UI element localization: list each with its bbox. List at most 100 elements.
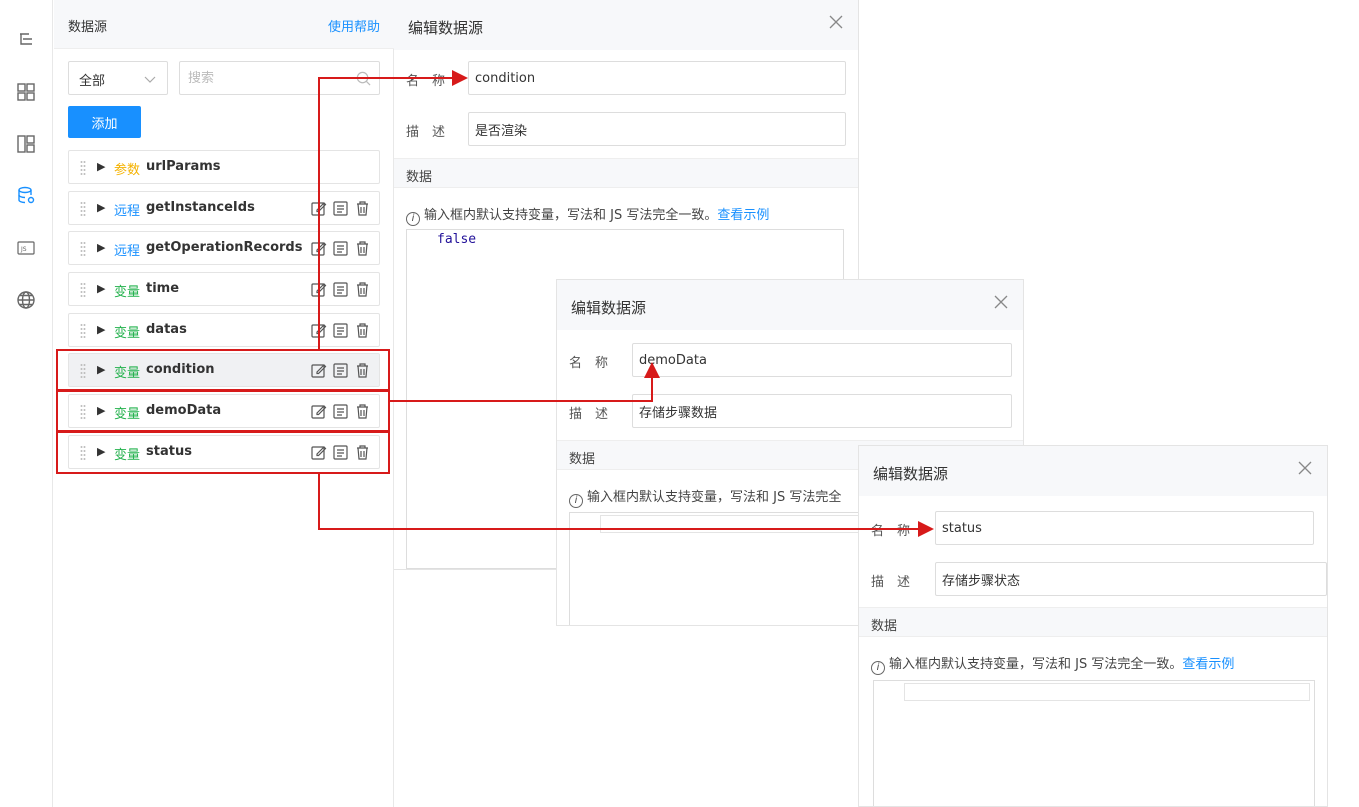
data-section-label: 数据 (569, 452, 596, 467)
add-datasource-button[interactable]: 添加 (68, 106, 141, 138)
help-link[interactable]: 使用帮助 (328, 16, 380, 35)
layout-panel-icon[interactable] (15, 133, 37, 155)
item-actions (310, 322, 371, 339)
edit-icon[interactable] (310, 403, 327, 420)
datasource-icon[interactable] (15, 185, 37, 207)
datasource-item-urlParams[interactable]: ▶ 参数 urlParams (68, 150, 380, 184)
item-actions (310, 200, 371, 217)
datasource-item-status[interactable]: ▶ 变量 status (68, 435, 380, 469)
item-actions (310, 281, 371, 298)
datasource-type-tag: 远程 (114, 204, 141, 219)
drag-handle-icon[interactable] (80, 404, 86, 420)
description-input[interactable] (468, 112, 846, 146)
editor-line (904, 683, 1310, 701)
datasource-panel: 数据源 使用帮助 全部 添加 ▶ 参数 urlParams ▶ 远程 getInstanc… (54, 0, 394, 807)
datasource-name: time (146, 281, 180, 296)
copy-icon[interactable] (332, 240, 349, 257)
outline-tree-icon[interactable] (15, 29, 37, 51)
description-input[interactable] (935, 562, 1327, 596)
view-example-link[interactable]: 查看示例 (717, 208, 769, 223)
edit-icon[interactable] (310, 200, 327, 217)
drag-handle-icon[interactable] (80, 160, 86, 176)
delete-icon[interactable] (354, 362, 371, 379)
expand-caret-icon[interactable]: ▶ (97, 282, 105, 295)
delete-icon[interactable] (354, 200, 371, 217)
name-input[interactable] (632, 343, 1012, 377)
datasource-type-tag: 变量 (114, 407, 141, 422)
view-example-link[interactable]: 查看示例 (1182, 657, 1234, 672)
datasource-type-tag: 变量 (114, 326, 141, 341)
left-rail: JS (0, 0, 53, 807)
datasource-item-demoData[interactable]: ▶ 变量 demoData (68, 394, 380, 428)
close-icon[interactable] (993, 294, 1009, 310)
expand-caret-icon[interactable]: ▶ (97, 445, 105, 458)
drag-handle-icon[interactable] (80, 201, 86, 217)
datasource-item-time[interactable]: ▶ 变量 time (68, 272, 380, 306)
edit-icon[interactable] (310, 281, 327, 298)
datasource-item-getOperationRecords[interactable]: ▶ 远程 getOperationRecords (68, 231, 380, 265)
search-icon[interactable] (356, 71, 371, 86)
datasource-name: getOperationRecords (146, 240, 303, 255)
edit-icon[interactable] (310, 444, 327, 461)
expand-caret-icon[interactable]: ▶ (97, 160, 105, 173)
expand-caret-icon[interactable]: ▶ (97, 323, 105, 336)
drag-handle-icon[interactable] (80, 323, 86, 339)
datasource-item-getInstanceIds[interactable]: ▶ 远程 getInstanceIds (68, 191, 380, 225)
globe-icon[interactable] (15, 289, 37, 311)
delete-icon[interactable] (354, 403, 371, 420)
expand-caret-icon[interactable]: ▶ (97, 404, 105, 417)
components-grid-icon[interactable] (15, 81, 37, 103)
copy-icon[interactable] (332, 322, 349, 339)
search-box (179, 61, 380, 95)
copy-icon[interactable] (332, 362, 349, 379)
name-label: 名 称 (871, 524, 911, 539)
edit-icon[interactable] (310, 322, 327, 339)
name-input[interactable] (468, 61, 846, 95)
info-icon: i (569, 494, 583, 508)
dialog-title: 编辑数据源 (408, 19, 484, 37)
data-section-label: 数据 (406, 170, 433, 185)
drag-handle-icon[interactable] (80, 282, 86, 298)
datasource-name: datas (146, 322, 187, 337)
description-input[interactable] (632, 394, 1012, 428)
expand-caret-icon[interactable]: ▶ (97, 363, 105, 376)
info-icon: i (406, 212, 420, 226)
edit-icon[interactable] (310, 362, 327, 379)
copy-icon[interactable] (332, 403, 349, 420)
datasource-type-tag: 变量 (114, 448, 141, 463)
drag-handle-icon[interactable] (80, 445, 86, 461)
datasource-type-tag: 参数 (114, 163, 141, 178)
close-icon[interactable] (828, 14, 844, 30)
expand-caret-icon[interactable]: ▶ (97, 241, 105, 254)
datasource-name: getInstanceIds (146, 200, 255, 215)
datasource-item-datas[interactable]: ▶ 变量 datas (68, 313, 380, 347)
dialog-header: 编辑数据源 (859, 446, 1327, 496)
js-code-icon[interactable]: JS (15, 237, 37, 259)
copy-icon[interactable] (332, 281, 349, 298)
close-icon[interactable] (1297, 460, 1313, 476)
search-input[interactable] (180, 62, 340, 94)
name-label: 名 称 (569, 356, 609, 371)
datasource-item-condition[interactable]: ▶ 变量 condition (68, 353, 380, 387)
dialog-header: 编辑数据源 (394, 0, 858, 50)
app-root: JS 数据源 使用帮助 全部 添加 ▶ 参数 urlParams ▶ 远程 getInst… (0, 0, 1359, 807)
description-label: 描 述 (871, 575, 911, 590)
drag-handle-icon[interactable] (80, 241, 86, 257)
delete-icon[interactable] (354, 322, 371, 339)
copy-icon[interactable] (332, 444, 349, 461)
description-label: 描 述 (406, 125, 446, 140)
datasource-name: demoData (146, 403, 222, 418)
expand-caret-icon[interactable]: ▶ (97, 201, 105, 214)
datasource-type-tag: 远程 (114, 244, 141, 259)
tip-text: 输入框内默认支持变量，写法和 JS 写法完全一致。 (424, 208, 718, 223)
copy-icon[interactable] (332, 200, 349, 217)
name-input[interactable] (935, 511, 1314, 545)
datasource-name: condition (146, 362, 215, 377)
delete-icon[interactable] (354, 281, 371, 298)
drag-handle-icon[interactable] (80, 363, 86, 379)
delete-icon[interactable] (354, 240, 371, 257)
type-filter-select[interactable]: 全部 (68, 61, 168, 95)
edit-icon[interactable] (310, 240, 327, 257)
delete-icon[interactable] (354, 444, 371, 461)
code-editor[interactable] (873, 680, 1315, 806)
